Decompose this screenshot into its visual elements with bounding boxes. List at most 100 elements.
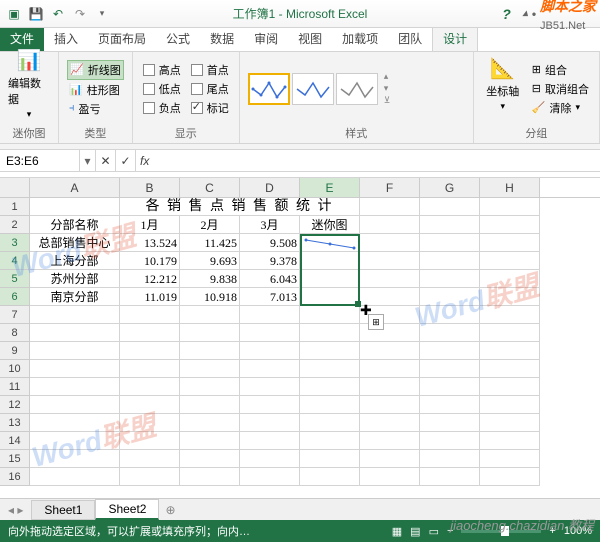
cell[interactable]: 上海分部 bbox=[30, 252, 120, 270]
cell[interactable]: 12.212 bbox=[120, 270, 180, 288]
col-header[interactable]: H bbox=[480, 178, 540, 197]
col-header[interactable]: C bbox=[180, 178, 240, 197]
type-column-button[interactable]: 📊 柱形图 bbox=[67, 81, 124, 99]
help-icon[interactable]: ? bbox=[502, 6, 511, 22]
check-last[interactable]: 尾点 bbox=[189, 80, 231, 98]
cell[interactable]: 11.019 bbox=[120, 288, 180, 306]
fx-icon[interactable]: fx bbox=[136, 154, 156, 168]
redo-icon[interactable]: ↷ bbox=[70, 4, 90, 24]
cell[interactable]: 13.524 bbox=[120, 234, 180, 252]
cell[interactable] bbox=[420, 216, 480, 234]
check-low[interactable]: 低点 bbox=[141, 80, 183, 98]
cell[interactable] bbox=[420, 252, 480, 270]
tab-page-layout[interactable]: 页面布局 bbox=[88, 26, 156, 51]
undo-icon[interactable]: ↶ bbox=[48, 4, 68, 24]
tab-insert[interactable]: 插入 bbox=[44, 26, 88, 51]
cell[interactable]: 10.918 bbox=[180, 288, 240, 306]
autofill-options-icon[interactable]: ⊞ bbox=[368, 314, 384, 330]
gallery-more-icon[interactable]: ⊻ bbox=[384, 95, 391, 106]
cell[interactable]: 11.425 bbox=[180, 234, 240, 252]
col-header[interactable]: F bbox=[360, 178, 420, 197]
cell[interactable]: 7.013 bbox=[240, 288, 300, 306]
cell[interactable] bbox=[420, 234, 480, 252]
cell[interactable] bbox=[480, 288, 540, 306]
add-sheet-icon[interactable]: ⊕ bbox=[159, 503, 181, 517]
edit-data-button[interactable]: 📊 编辑数据 ▾ bbox=[8, 54, 50, 114]
cell[interactable]: 分部名称 bbox=[30, 216, 120, 234]
check-markers[interactable]: 标记 bbox=[189, 99, 231, 117]
ungroup-button[interactable]: ⊟取消组合 bbox=[530, 80, 591, 98]
title-cell[interactable]: 各 销 售 点 销 售 额 统 计 bbox=[120, 198, 360, 216]
tab-design[interactable]: 设计 bbox=[432, 25, 478, 51]
cell[interactable]: 10.179 bbox=[120, 252, 180, 270]
clear-button[interactable]: 🧹清除▾ bbox=[530, 99, 591, 117]
row-header[interactable]: 12 bbox=[0, 396, 30, 414]
accept-icon[interactable]: ✓ bbox=[116, 150, 136, 171]
cell[interactable]: 迷你图 bbox=[300, 216, 360, 234]
cell[interactable] bbox=[480, 216, 540, 234]
cell[interactable] bbox=[300, 288, 360, 306]
view-page-icon[interactable]: ▤ bbox=[410, 525, 420, 538]
row-header[interactable]: 16 bbox=[0, 468, 30, 486]
sheet-tab[interactable]: Sheet1 bbox=[31, 500, 95, 520]
cell[interactable]: 6.043 bbox=[240, 270, 300, 288]
type-winloss-button[interactable]: ⫞ 盈亏 bbox=[67, 100, 124, 118]
cell[interactable] bbox=[360, 252, 420, 270]
tab-addins[interactable]: 加载项 bbox=[332, 26, 388, 51]
qat-dropdown-icon[interactable]: ▾ bbox=[92, 4, 112, 24]
caret-up-icon[interactable]: ▴ bbox=[523, 8, 528, 19]
tab-team[interactable]: 团队 bbox=[388, 26, 432, 51]
group-button[interactable]: ⊞组合 bbox=[530, 61, 591, 79]
row-header[interactable]: 8 bbox=[0, 324, 30, 342]
col-header[interactable]: D bbox=[240, 178, 300, 197]
tab-formula[interactable]: 公式 bbox=[156, 26, 200, 51]
tab-data[interactable]: 数据 bbox=[200, 26, 244, 51]
check-first[interactable]: 首点 bbox=[189, 61, 231, 79]
style-item-3[interactable] bbox=[336, 73, 378, 105]
style-item-1[interactable] bbox=[248, 73, 290, 105]
grid[interactable]: A B C D E F G H 1 各 销 售 点 销 售 额 统 计 2 分部… bbox=[0, 178, 600, 498]
row-header[interactable]: 7 bbox=[0, 306, 30, 324]
cell[interactable] bbox=[360, 234, 420, 252]
row-header[interactable]: 1 bbox=[0, 198, 30, 216]
row-header[interactable]: 14 bbox=[0, 432, 30, 450]
cell[interactable] bbox=[300, 252, 360, 270]
cancel-icon[interactable]: ✕ bbox=[96, 150, 116, 171]
gallery-up-icon[interactable]: ▴ bbox=[384, 71, 391, 82]
name-box[interactable]: E3:E6 bbox=[0, 150, 80, 171]
cell[interactable]: 1月 bbox=[120, 216, 180, 234]
row-header[interactable]: 3 bbox=[0, 234, 30, 252]
sheet-nav[interactable]: ◂ ▸ bbox=[0, 503, 31, 517]
cell[interactable]: 2月 bbox=[180, 216, 240, 234]
check-neg[interactable]: 负点 bbox=[141, 99, 183, 117]
cell[interactable]: 9.838 bbox=[180, 270, 240, 288]
sheet-tab-active[interactable]: Sheet2 bbox=[95, 499, 159, 520]
view-normal-icon[interactable]: ▦ bbox=[392, 525, 402, 538]
axis-button[interactable]: 📐 坐标轴 ▾ bbox=[482, 54, 524, 114]
type-line-button[interactable]: 📈 折线图 bbox=[67, 60, 124, 80]
cell[interactable] bbox=[360, 270, 420, 288]
cell[interactable]: 苏州分部 bbox=[30, 270, 120, 288]
col-header[interactable]: A bbox=[30, 178, 120, 197]
cell[interactable]: 9.693 bbox=[180, 252, 240, 270]
cell[interactable]: 南京分部 bbox=[30, 288, 120, 306]
cell[interactable] bbox=[480, 252, 540, 270]
cell[interactable] bbox=[420, 270, 480, 288]
select-all-corner[interactable] bbox=[0, 178, 30, 197]
cell[interactable] bbox=[360, 198, 420, 216]
namebox-dropdown-icon[interactable]: ▾ bbox=[80, 150, 96, 171]
cell[interactable] bbox=[420, 288, 480, 306]
col-header[interactable]: G bbox=[420, 178, 480, 197]
cell[interactable] bbox=[480, 198, 540, 216]
cell[interactable] bbox=[360, 216, 420, 234]
row-header[interactable]: 6 bbox=[0, 288, 30, 306]
check-high[interactable]: 高点 bbox=[141, 61, 183, 79]
cell[interactable]: 9.508 bbox=[240, 234, 300, 252]
save-icon[interactable]: 💾 bbox=[26, 4, 46, 24]
cell[interactable]: 3月 bbox=[240, 216, 300, 234]
row-header[interactable]: 11 bbox=[0, 378, 30, 396]
cell[interactable] bbox=[30, 198, 120, 216]
cell[interactable] bbox=[420, 198, 480, 216]
row-header[interactable]: 4 bbox=[0, 252, 30, 270]
row-header[interactable]: 10 bbox=[0, 360, 30, 378]
